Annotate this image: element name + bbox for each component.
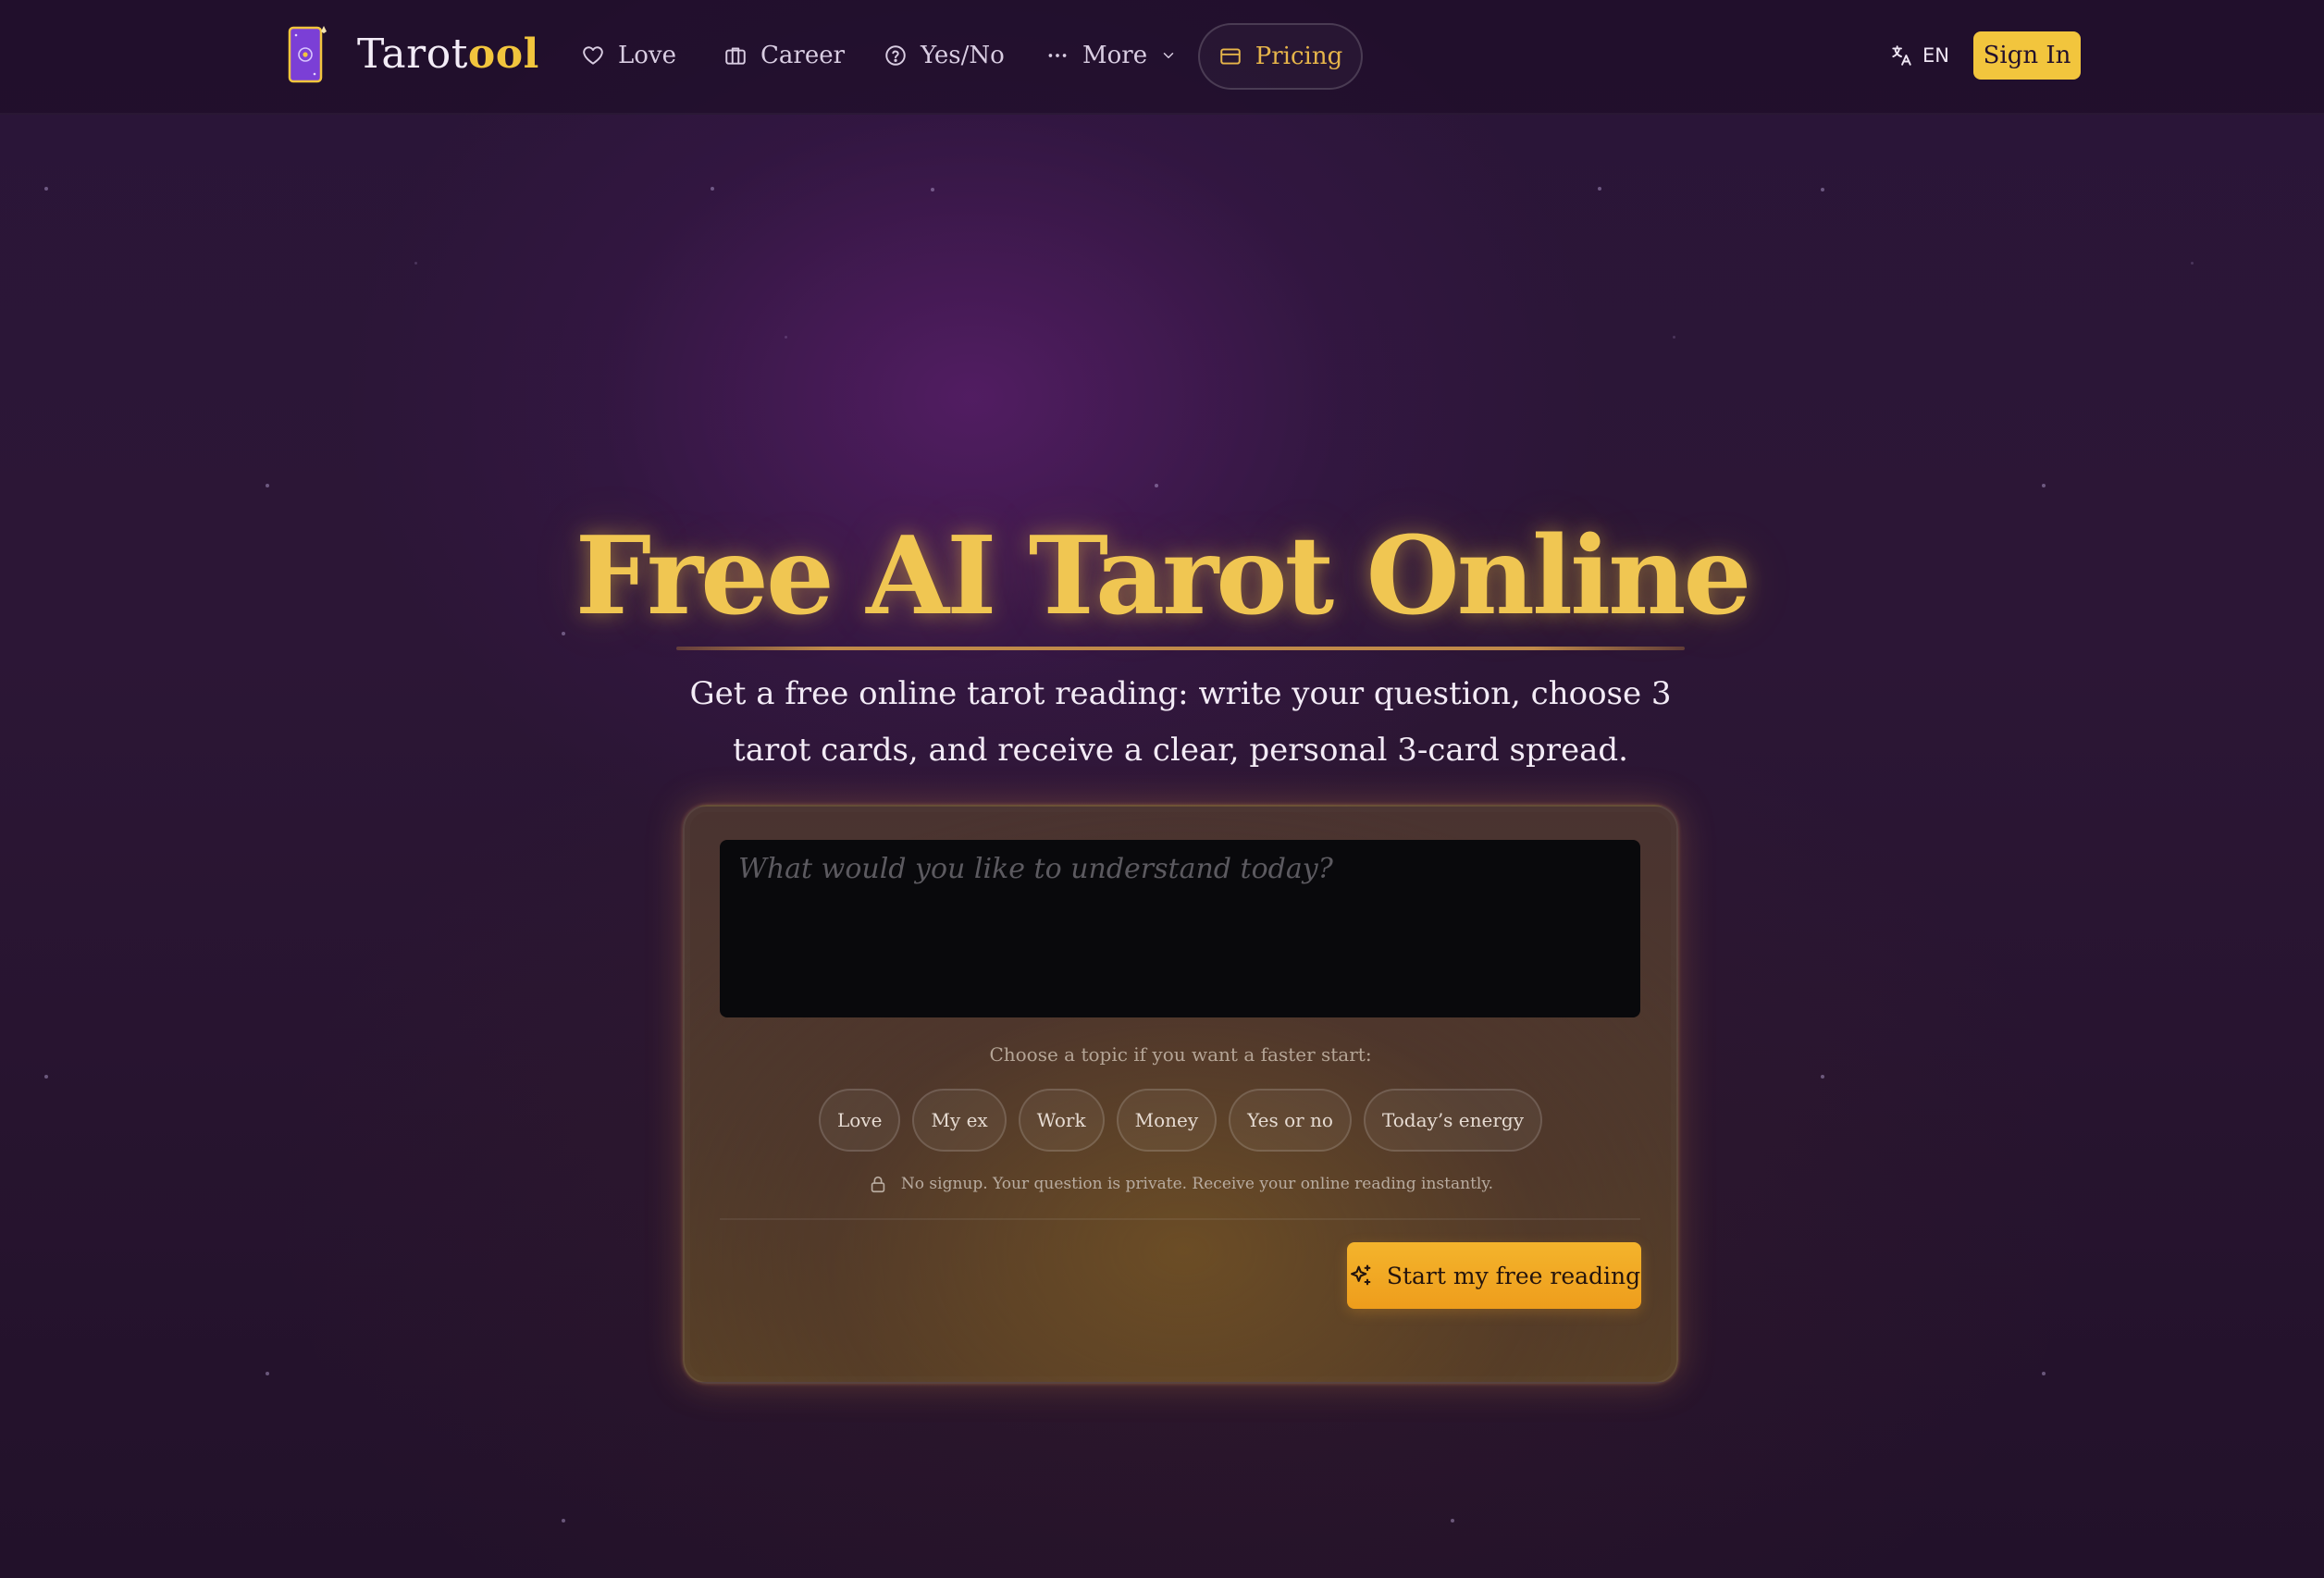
nav-love[interactable]: Love (581, 28, 676, 83)
tarot-card-logo-icon[interactable] (287, 24, 329, 85)
sign-in-button[interactable]: Sign In (1973, 31, 2081, 80)
more-dots-icon (1048, 54, 1067, 57)
translate-icon (1892, 45, 1911, 66)
start-reading-label: Start my free reading (1386, 1262, 1641, 1289)
nav-career[interactable]: Career (723, 28, 845, 83)
nav-yes-no-label: Yes/No (921, 42, 1005, 69)
privacy-note-text: No signup. Your question is private. Rec… (900, 1175, 1494, 1193)
pricing-label: Pricing (1255, 43, 1343, 70)
start-reading-button[interactable]: Start my free reading (1347, 1242, 1641, 1309)
form-divider (720, 1218, 1640, 1220)
privacy-note: No signup. Your question is private. Rec… (683, 1170, 1678, 1198)
nav-career-label: Career (760, 42, 846, 69)
briefcase-icon (725, 47, 746, 65)
language-code: EN (1922, 44, 1949, 67)
page-title: Free AI Tarot Online (575, 513, 1752, 639)
topic-chip-group: Love My ex Work Money Yes or no Today’s … (683, 1089, 1678, 1153)
nav-love-label: Love (618, 42, 676, 69)
hero-subtitle: Get a free online tarot reading: write y… (689, 675, 1672, 769)
question-circle-icon (885, 45, 906, 66)
brand-name-accent: ool (467, 31, 539, 78)
topic-chip-money[interactable]: Money (1116, 1089, 1218, 1152)
credit-card-icon (1220, 48, 1241, 65)
top-navbar: Tarotool Love Career Yes/No More Pricing… (0, 0, 2324, 115)
topic-prompt: Choose a topic if you want a faster star… (989, 1043, 1372, 1066)
topic-chip-yes-or-no[interactable]: Yes or no (1229, 1089, 1352, 1152)
brand-name[interactable]: Tarotool (357, 22, 539, 87)
sparkles-icon (1350, 1264, 1371, 1286)
topic-chip-my-ex[interactable]: My ex (912, 1089, 1007, 1152)
nav-yes-no[interactable]: Yes/No (884, 28, 1005, 83)
language-selector[interactable]: EN (1889, 35, 1949, 76)
brand-name-main: Tarot (357, 31, 468, 78)
topic-chip-work[interactable]: Work (1018, 1089, 1105, 1152)
question-input[interactable] (720, 840, 1640, 1017)
nav-more-dropdown[interactable]: More (1045, 28, 1177, 83)
topic-chip-todays-energy[interactable]: Today’s energy (1363, 1089, 1543, 1152)
heart-icon (583, 46, 603, 65)
pricing-button[interactable]: Pricing (1198, 23, 1363, 90)
title-underline (676, 647, 1685, 650)
lock-icon (871, 1176, 885, 1193)
nav-more-label: More (1082, 42, 1148, 69)
topic-chip-love[interactable]: Love (818, 1089, 901, 1152)
chevron-down-icon (1163, 53, 1174, 58)
